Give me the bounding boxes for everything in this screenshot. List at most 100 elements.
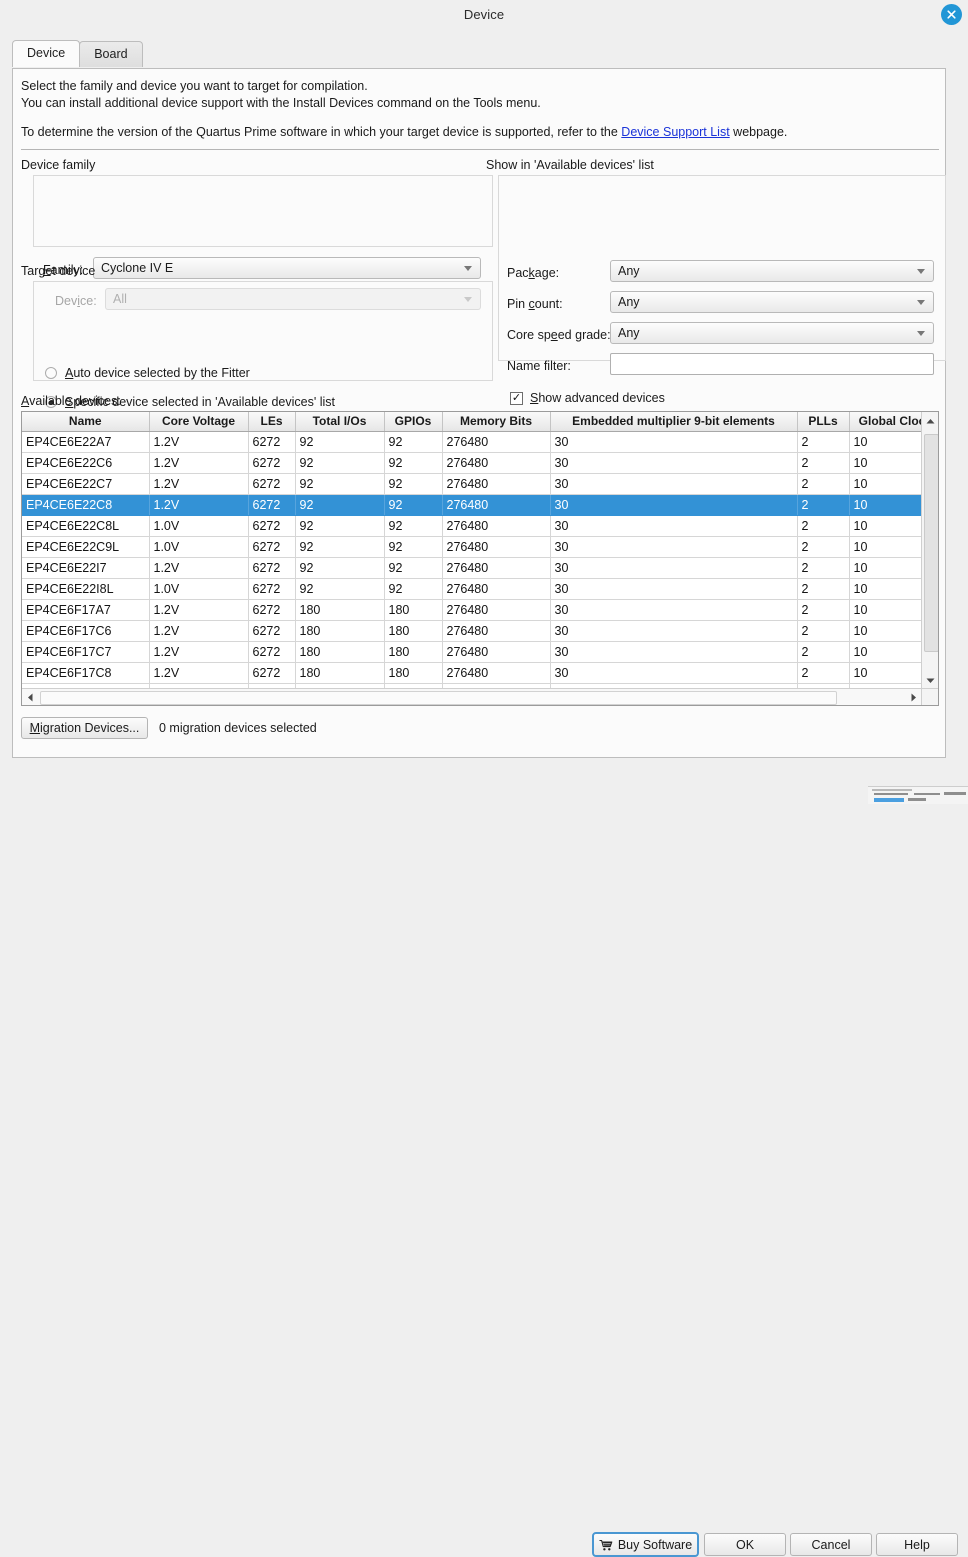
chevron-down-icon (917, 269, 925, 274)
table-cell: 2 (797, 515, 850, 537)
table-cell: 2 (797, 536, 850, 558)
table-column-header[interactable]: PLLs (797, 412, 850, 432)
tab-device[interactable]: Device (12, 40, 81, 67)
scroll-up-arrow-icon[interactable] (922, 412, 938, 430)
table-column-header[interactable]: GPIOs (384, 412, 443, 432)
table-cell: 30 (550, 662, 798, 684)
table-cell: 180 (384, 620, 443, 642)
table-cell: 1.0V (149, 578, 249, 600)
table-cell: 276480 (442, 473, 551, 495)
table-cell: 1.0V (149, 536, 249, 558)
table-cell: 276480 (442, 662, 551, 684)
table-cell: 30 (550, 452, 798, 474)
scroll-down-arrow-icon[interactable] (922, 671, 938, 689)
table-cell: 10 (849, 641, 922, 663)
chevron-down-icon (917, 300, 925, 305)
table-row[interactable]: EP4CE6F17C6 1.2V 6272 180 180 276480 30 2 10 (22, 620, 922, 642)
table-cell: 1.0V (149, 515, 249, 537)
migration-status-text: 0 migration devices selected (159, 721, 317, 735)
table-row[interactable]: EP4CE6E22C8L 1.0V 6272 92 92 276480 30 2 10 (22, 515, 922, 537)
table-column-header[interactable]: Name (22, 412, 150, 432)
table-row[interactable]: EP4CE6E22I7 1.2V 6272 92 92 276480 30 2 10 (22, 557, 922, 579)
table-cell: 276480 (442, 599, 551, 621)
table-cell: 180 (384, 599, 443, 621)
table-cell: 6272 (248, 536, 296, 558)
horizontal-scrollbar[interactable] (22, 688, 922, 705)
table-cell: 30 (550, 515, 798, 537)
table-column-header[interactable]: Core Voltage (149, 412, 249, 432)
table-column-header[interactable]: Embedded multiplier 9-bit elements (550, 412, 798, 432)
table-cell: 10 (849, 494, 922, 516)
help-button[interactable]: Help (876, 1533, 958, 1556)
table-row[interactable]: EP4CE6E22C6 1.2V 6272 92 92 276480 30 2 10 (22, 452, 922, 474)
table-cell: 276480 (442, 431, 551, 453)
show-advanced-devices-checkbox[interactable]: ✓ Show advanced devices (510, 391, 665, 405)
dialog-footer: Buy Software OK Cancel Help (0, 763, 968, 1557)
table-cell: 6272 (248, 515, 296, 537)
vertical-scrollbar-thumb[interactable] (924, 434, 938, 652)
table-column-header[interactable]: LEs (248, 412, 296, 432)
table-row[interactable]: EP4CE6F17A7 1.2V 6272 180 180 276480 30 2 10 (22, 599, 922, 621)
table-cell: 276480 (442, 557, 551, 579)
radio-auto-device-label: Auto device selected by the Fitter (65, 366, 250, 380)
buy-software-label: Buy Software (617, 1537, 693, 1552)
device-family-group (33, 175, 493, 247)
table-cell: 2 (797, 620, 850, 642)
table-row[interactable]: EP4CE6F17C7 1.2V 6272 180 180 276480 30 2 10 (22, 641, 922, 663)
show-in-list-group-label: Show in 'Available devices' list (486, 158, 654, 172)
shopping-cart-icon (599, 1539, 613, 1551)
table-body: EP4CE6E22A7 1.2V 6272 92 92 276480 30 2 10 EP4CE6… (22, 431, 922, 689)
table-cell: 30 (550, 431, 798, 453)
table-row[interactable]: EP4CE6E22C9L 1.0V 6272 92 92 276480 30 2 10 (22, 536, 922, 558)
close-circle-icon[interactable] (941, 4, 962, 25)
table-cell: 2 (797, 473, 850, 495)
family-combobox[interactable]: Cyclone IV E (93, 257, 481, 279)
table-cell: 92 (295, 452, 385, 474)
table-cell: 6272 (248, 620, 296, 642)
cancel-button[interactable]: Cancel (790, 1533, 872, 1556)
core-speed-grade-combobox[interactable]: Any (610, 322, 934, 344)
table-row[interactable]: EP4CE6E22C8 1.2V 6272 92 92 276480 30 2 10 (22, 494, 922, 516)
intro-separator (21, 149, 939, 150)
pin-count-combobox[interactable]: Any (610, 291, 934, 313)
table-cell: 10 (849, 578, 922, 600)
table-column-header[interactable]: Global Cloc (849, 412, 922, 432)
device-name-cell: EP4CE6E22A7 (22, 431, 150, 453)
device-name-cell: EP4CE6F17C7 (22, 641, 150, 663)
table-row[interactable]: EP4CE6E22A7 1.2V 6272 92 92 276480 30 2 10 (22, 431, 922, 453)
table-row[interactable]: EP4CE6E22C7 1.2V 6272 92 92 276480 30 2 10 (22, 473, 922, 495)
table-cell: 6272 (248, 452, 296, 474)
available-devices-grid: Name Core Voltage LEs Total I/Os GPIOs Memory… (22, 412, 922, 689)
table-row[interactable]: EP4CE6E22I8L 1.0V 6272 92 92 276480 30 2 10 (22, 578, 922, 600)
table-column-header[interactable]: Memory Bits (442, 412, 551, 432)
table-cell: 92 (384, 473, 443, 495)
table-cell: 30 (550, 641, 798, 663)
table-cell: 1.2V (149, 452, 249, 474)
device-name-cell: EP4CE6F17C6 (22, 620, 150, 642)
table-column-header[interactable]: Total I/Os (295, 412, 385, 432)
table-cell: 1.2V (149, 662, 249, 684)
vertical-scrollbar[interactable] (921, 412, 938, 689)
table-cell: 276480 (442, 536, 551, 558)
table-cell: 30 (550, 536, 798, 558)
table-cell: 6272 (248, 641, 296, 663)
horizontal-scrollbar-thumb[interactable] (40, 691, 837, 705)
device-support-list-link[interactable]: Device Support List (621, 125, 729, 139)
migration-devices-button[interactable]: Migration Devices... (21, 717, 148, 739)
table-row[interactable]: EP4CE6F17C8 1.2V 6272 180 180 276480 30 2 10 (22, 662, 922, 684)
table-cell: 10 (849, 536, 922, 558)
scroll-right-arrow-icon[interactable] (905, 689, 922, 705)
dialog-title: Device (463, 6, 505, 22)
ok-button[interactable]: OK (704, 1533, 786, 1556)
table-cell: 276480 (442, 515, 551, 537)
intro-line-2: You can install additional device suppor… (21, 96, 541, 110)
tab-board[interactable]: Board (79, 41, 143, 67)
scroll-left-arrow-icon[interactable] (22, 689, 39, 705)
table-cell: 6272 (248, 578, 296, 600)
device-name-cell: EP4CE6E22C8L (22, 515, 150, 537)
radio-auto-device[interactable]: Auto device selected by the Fitter (45, 366, 250, 380)
buy-software-button[interactable]: Buy Software (592, 1532, 699, 1557)
table-cell: 2 (797, 641, 850, 663)
package-combobox[interactable]: Any (610, 260, 934, 282)
name-filter-input[interactable] (610, 353, 934, 375)
